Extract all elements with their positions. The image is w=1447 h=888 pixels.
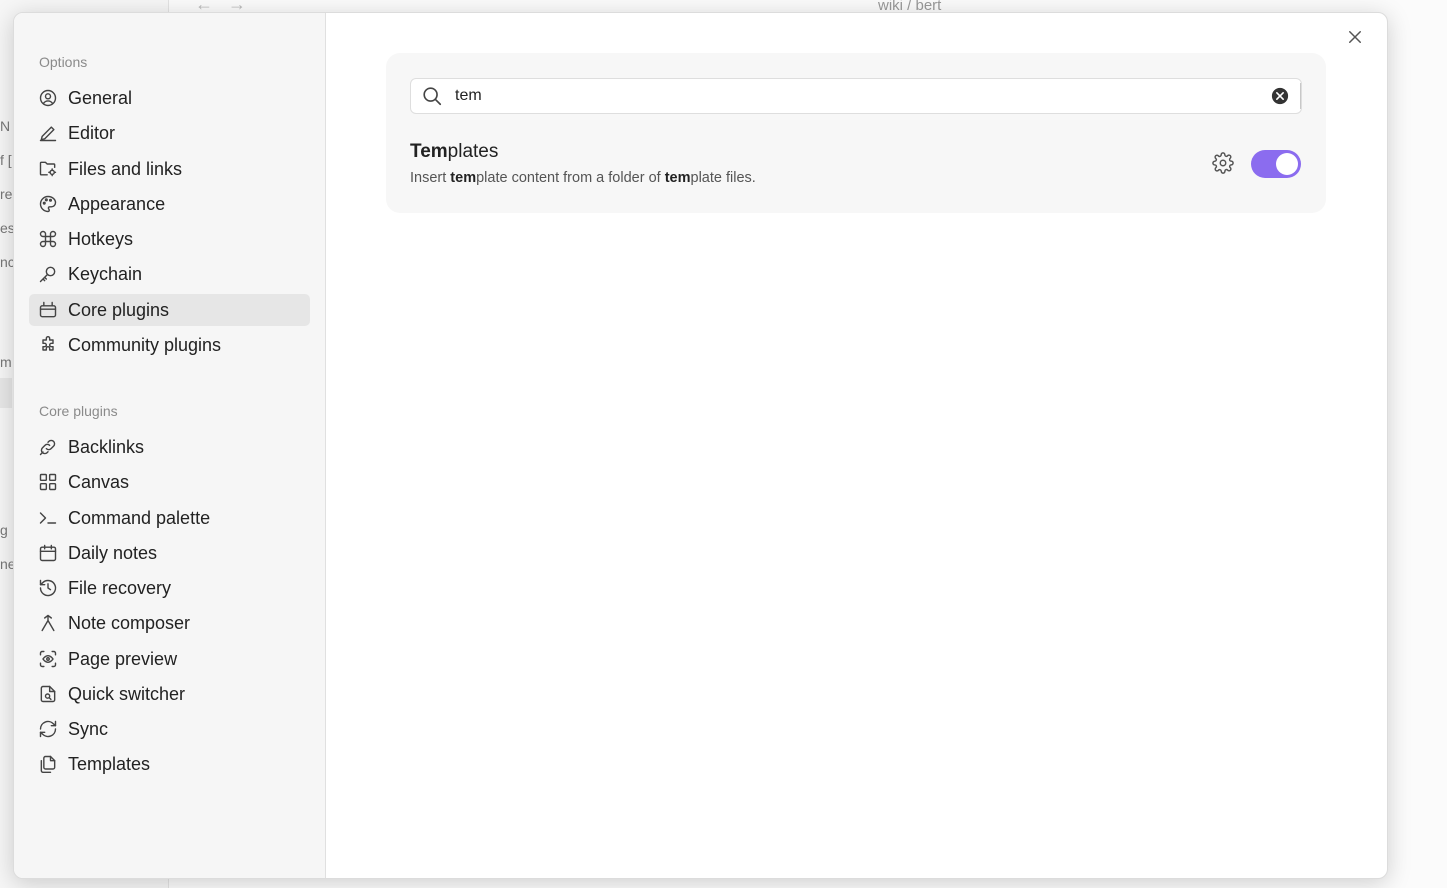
files-icon — [38, 754, 58, 774]
file-search-icon — [38, 684, 58, 704]
sidebar-item-community-plugins[interactable]: Community plugins — [29, 329, 310, 361]
sidebar-item-daily-notes[interactable]: Daily notes — [29, 537, 310, 569]
sidebar-item-sync[interactable]: Sync — [29, 713, 310, 745]
sidebar-item-label: Daily notes — [68, 542, 158, 563]
toggle-knob — [1276, 153, 1298, 175]
plugin-search-card: Templates Insert template content from a… — [386, 53, 1326, 213]
sidebar-item-files-and-links[interactable]: Files and links — [29, 153, 310, 185]
pencil-icon — [38, 123, 58, 143]
clear-search-icon[interactable] — [1271, 87, 1289, 105]
settings-sidebar: Options General Editor Files and links A… — [14, 13, 326, 878]
sidebar-item-label: Canvas — [68, 471, 130, 492]
user-circle-icon — [38, 88, 58, 108]
puzzle-icon — [38, 335, 58, 355]
sidebar-item-label: General — [68, 87, 133, 108]
sidebar-item-file-recovery[interactable]: File recovery — [29, 572, 310, 604]
desc-text: plate files. — [690, 170, 756, 186]
search-divider — [1300, 83, 1301, 109]
sidebar-section-core-plugins: Core plugins — [39, 403, 118, 419]
folder-cog-icon — [38, 159, 58, 179]
sidebar-item-label: Appearance — [68, 193, 166, 214]
sidebar-item-label: Keychain — [68, 263, 143, 284]
background-text-fragment: re — [0, 186, 13, 202]
sidebar-item-label: Hotkeys — [68, 228, 134, 249]
sidebar-item-label: Page preview — [68, 648, 178, 669]
background-text-fragment: m — [0, 354, 12, 370]
sidebar-item-label: Files and links — [68, 158, 183, 179]
sidebar-item-backlinks[interactable]: Backlinks — [29, 431, 310, 463]
sidebar-item-label: Community plugins — [68, 334, 222, 355]
background-text-fragment: g — [0, 522, 8, 538]
background-highlight — [0, 378, 12, 408]
search-icon — [423, 87, 442, 106]
sidebar-item-label: Templates — [68, 753, 151, 774]
plugin-description: Insert template content from a folder of… — [410, 170, 756, 186]
scan-eye-icon — [38, 649, 58, 669]
sidebar-item-label: Sync — [68, 718, 109, 739]
background-text-fragment: N — [0, 118, 11, 134]
search-match: Tem — [410, 141, 448, 162]
sidebar-item-general[interactable]: General — [29, 82, 310, 114]
refresh-icon — [38, 719, 58, 739]
sidebar-item-keychain[interactable]: Keychain — [29, 258, 310, 290]
calendar-icon — [38, 543, 58, 563]
merge-icon — [38, 613, 58, 633]
search-box — [410, 78, 1302, 114]
sidebar-item-label: Backlinks — [68, 436, 145, 457]
background-text-fragment: f [ — [0, 152, 12, 168]
settings-content: Templates Insert template content from a… — [326, 13, 1387, 878]
link-back-icon — [38, 437, 58, 457]
desc-text: Insert — [410, 170, 451, 186]
sidebar-item-quick-switcher[interactable]: Quick switcher — [29, 678, 310, 710]
sidebar-item-page-preview[interactable]: Page preview — [29, 643, 310, 675]
plugin-name: Templates — [410, 141, 498, 163]
sidebar-section-options: Options — [39, 54, 88, 70]
search-match: tem — [664, 170, 691, 186]
palette-icon — [38, 194, 58, 214]
sidebar-item-label: Core plugins — [68, 299, 170, 320]
gear-icon[interactable] — [1212, 152, 1234, 174]
plugin-enabled-toggle[interactable] — [1251, 150, 1301, 178]
sidebar-item-appearance[interactable]: Appearance — [29, 188, 310, 220]
sidebar-item-templates[interactable]: Templates — [29, 748, 310, 780]
command-icon — [38, 229, 58, 249]
desc-text: plate content from a folder of — [476, 170, 665, 186]
key-icon — [38, 264, 58, 284]
sidebar-item-hotkeys[interactable]: Hotkeys — [29, 223, 310, 255]
sidebar-item-label: Command palette — [68, 507, 211, 528]
sidebar-item-label: Quick switcher — [68, 683, 186, 704]
sidebar-item-core-plugins[interactable]: Core plugins — [29, 294, 310, 326]
plug-box-icon — [38, 300, 58, 320]
search-input[interactable] — [455, 79, 1255, 113]
layout-grid-icon — [38, 472, 58, 492]
search-match: tem — [450, 170, 477, 186]
sidebar-item-canvas[interactable]: Canvas — [29, 466, 310, 498]
sidebar-item-label: File recovery — [68, 577, 172, 598]
history-icon — [38, 578, 58, 598]
sidebar-item-label: Note composer — [68, 612, 191, 633]
plugin-name-rest: plates — [447, 141, 499, 162]
settings-modal: Options General Editor Files and links A… — [13, 12, 1388, 879]
terminal-icon — [38, 508, 58, 528]
sidebar-item-note-composer[interactable]: Note composer — [29, 607, 310, 639]
sidebar-item-label: Editor — [68, 122, 116, 143]
sidebar-item-command-palette[interactable]: Command palette — [29, 502, 310, 534]
sidebar-item-editor[interactable]: Editor — [29, 117, 310, 149]
